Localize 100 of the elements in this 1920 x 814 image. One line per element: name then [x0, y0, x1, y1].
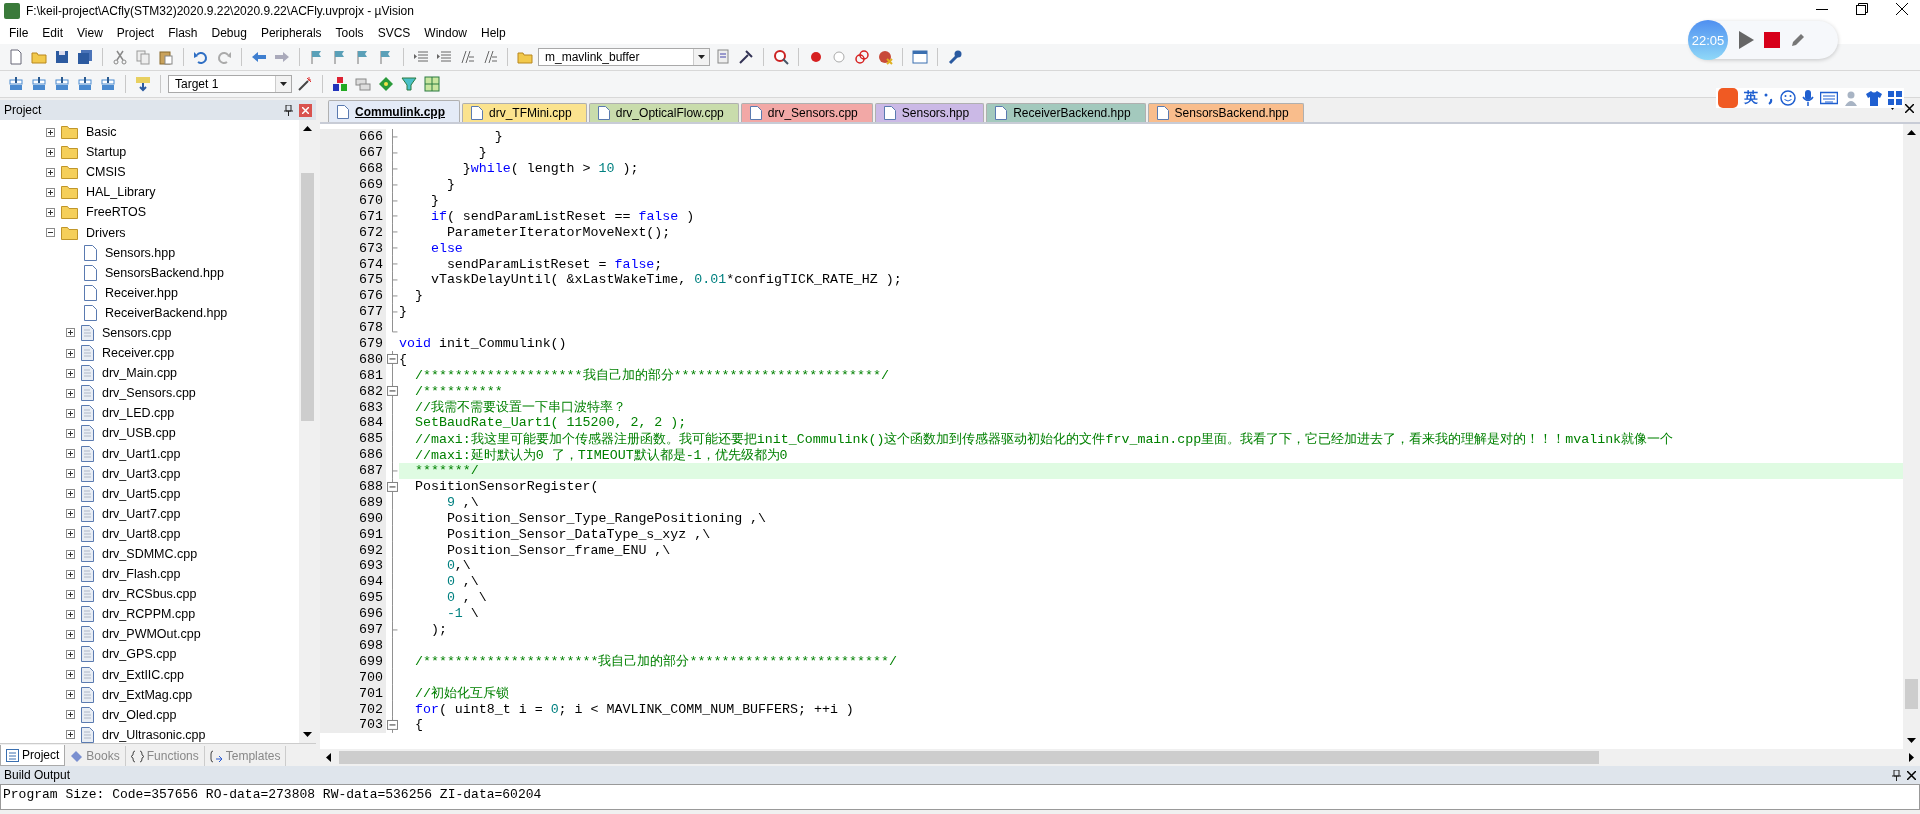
menu-item[interactable]: Project — [109, 26, 162, 40]
scroll-up-icon[interactable] — [303, 126, 312, 131]
tree-item[interactable]: SensorsBackend.hpp — [103, 264, 226, 281]
menu-item[interactable]: Help — [474, 26, 513, 40]
expand-icon[interactable] — [66, 670, 75, 680]
tree-item[interactable]: FreeRTOS — [84, 204, 148, 221]
uncomment-icon[interactable] — [482, 49, 498, 65]
tree-item[interactable]: drv_RCPPM.cpp — [100, 606, 198, 623]
expand-icon[interactable] — [66, 569, 75, 579]
tree-item[interactable]: drv_Uart7.cpp — [100, 505, 183, 522]
diamond-icon[interactable] — [378, 76, 394, 92]
pin-icon[interactable] — [1892, 769, 1901, 781]
close-icon[interactable] — [1905, 104, 1914, 113]
file-tab[interactable]: ReceiverBackend.hpp — [986, 103, 1146, 122]
rings-icon[interactable] — [854, 49, 870, 65]
tree-item[interactable]: drv_RCSbus.cpp — [100, 586, 199, 603]
window-icon[interactable] — [912, 49, 928, 65]
tree-item[interactable]: drv_USB.cpp — [100, 425, 178, 442]
expand-icon[interactable] — [66, 549, 75, 559]
keyboard-icon[interactable] — [1820, 91, 1838, 105]
comment-icon[interactable] — [459, 49, 475, 65]
file-tab[interactable]: drv_TFMini.cpp — [462, 103, 587, 122]
expand-icon[interactable] — [66, 328, 75, 338]
scroll-left-icon[interactable] — [326, 753, 331, 762]
menu-item[interactable]: View — [70, 26, 110, 40]
file-tab[interactable]: Sensors.hpp — [874, 103, 985, 122]
expand-icon[interactable] — [66, 449, 75, 459]
expand-icon[interactable] — [66, 408, 75, 418]
clipboard-icon[interactable] — [158, 49, 174, 65]
stack-icon[interactable] — [100, 76, 116, 92]
tree-item[interactable]: drv_GPS.cpp — [100, 646, 179, 663]
tree-item[interactable]: Sensors.cpp — [100, 325, 174, 341]
tree-item[interactable]: drv_Uart3.cpp — [100, 465, 183, 482]
stack-icon[interactable] — [54, 76, 70, 92]
expand-icon[interactable] — [66, 650, 75, 659]
tree-item[interactable]: drv_Flash.cpp — [100, 566, 183, 583]
menu-item[interactable]: File — [2, 26, 36, 40]
expand-icon[interactable] — [66, 348, 75, 358]
tree-item[interactable]: drv_Uart5.cpp — [100, 485, 183, 502]
scroll-right-icon[interactable] — [1909, 753, 1914, 762]
scrollbar[interactable] — [299, 120, 316, 743]
expand-icon[interactable] — [66, 428, 75, 438]
expand-icon[interactable] — [66, 730, 75, 740]
caret-icon[interactable] — [698, 55, 705, 59]
breakpoint-icon[interactable] — [808, 49, 824, 65]
tree-item[interactable]: Basic — [84, 124, 119, 141]
file-tab[interactable]: SensorsBackend.hpp — [1147, 103, 1304, 122]
pin-icon[interactable] — [284, 104, 293, 116]
pencil-icon[interactable] — [1790, 32, 1806, 48]
tree-item[interactable]: Startup — [84, 144, 129, 161]
file-tab[interactable]: drv_Sensors.cpp — [740, 103, 873, 122]
expand-icon[interactable] — [66, 368, 75, 378]
undo-icon[interactable] — [193, 49, 209, 65]
smiley-icon[interactable] — [1780, 90, 1796, 106]
arrow-left-icon[interactable] — [251, 49, 267, 65]
tree-item[interactable]: drv_Uart1.cpp — [100, 445, 183, 462]
funnel-icon[interactable] — [401, 76, 417, 92]
indent-icon[interactable] — [413, 49, 429, 65]
menu-item[interactable]: Window — [417, 26, 474, 40]
expand-icon[interactable] — [66, 489, 75, 499]
file-tab[interactable]: drv_OpticalFlow.cpp — [588, 103, 739, 122]
restore-icon[interactable] — [1856, 3, 1868, 15]
expand-icon[interactable] — [46, 147, 55, 157]
expand-icon[interactable] — [66, 629, 75, 639]
tree-item[interactable]: CMSIS — [84, 164, 128, 181]
tree-item[interactable]: Receiver.hpp — [103, 284, 180, 301]
scroll-up-icon[interactable] — [1907, 130, 1916, 135]
cubes-icon[interactable] — [332, 76, 348, 92]
menu-item[interactable]: Flash — [161, 26, 205, 40]
outdent-icon[interactable] — [436, 49, 452, 65]
tree-item[interactable]: drv_Uart8.cpp — [100, 525, 183, 542]
expand-icon[interactable] — [46, 187, 55, 197]
scissors-icon[interactable] — [112, 49, 128, 65]
tree-item[interactable]: drv_ExtMag.cpp — [100, 686, 195, 703]
play-icon[interactable] — [1738, 31, 1754, 49]
tree-item[interactable]: drv_PWMOut.cpp — [100, 626, 203, 643]
tree-item[interactable]: ReceiverBackend.hpp — [103, 304, 230, 321]
stack-icon[interactable] — [8, 76, 24, 92]
document-icon[interactable] — [8, 49, 24, 65]
menu-item[interactable]: Edit — [35, 26, 71, 40]
expand-icon[interactable] — [66, 589, 75, 599]
file-tab[interactable]: Commulink.cpp — [328, 100, 460, 122]
tree-item[interactable]: HAL_Library — [84, 184, 158, 201]
stack-icon[interactable] — [77, 76, 93, 92]
stack-icon[interactable] — [31, 76, 47, 92]
ime-mode[interactable]: 英 — [1744, 89, 1758, 107]
shirt-icon[interactable] — [1866, 90, 1882, 106]
scroll-thumb[interactable] — [301, 173, 314, 421]
expand-icon[interactable] — [66, 690, 75, 700]
caret-icon[interactable] — [280, 82, 287, 86]
expand-icon[interactable] — [46, 127, 55, 137]
expand-icon[interactable] — [66, 609, 75, 619]
expand-icon[interactable] — [66, 529, 75, 539]
expand-icon[interactable] — [66, 388, 75, 398]
expand-icon[interactable] — [46, 167, 55, 177]
find-combo[interactable]: m_mavlink_buffer — [538, 48, 710, 66]
scroll-thumb[interactable] — [1905, 679, 1918, 709]
scrollbar[interactable] — [1903, 124, 1920, 749]
scrollbar[interactable] — [320, 749, 1920, 766]
menu-item[interactable]: Debug — [204, 26, 254, 40]
